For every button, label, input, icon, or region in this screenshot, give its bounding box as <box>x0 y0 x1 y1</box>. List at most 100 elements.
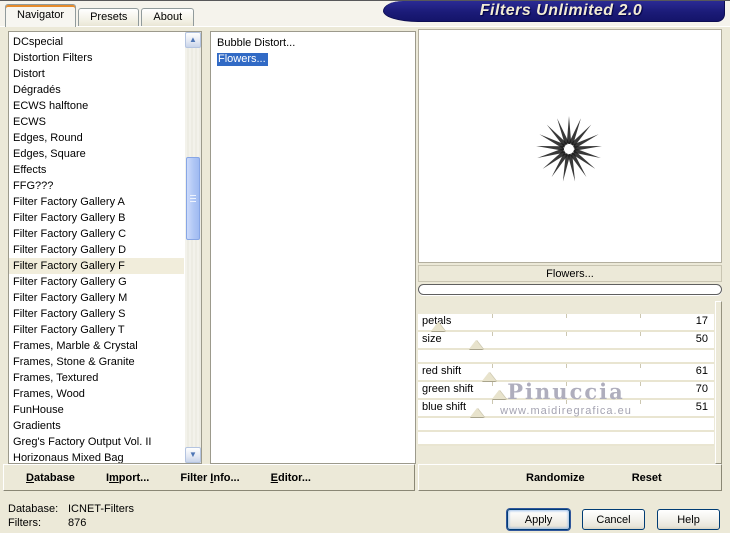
category-scrollbar[interactable]: ▲ ▼ <box>185 32 201 463</box>
slider-spacer-row <box>418 418 714 432</box>
filters-label: Filters: <box>8 517 41 529</box>
category-list-items: DCspecial Distortion Filters Distort Dégrad… <box>9 34 184 463</box>
category-item[interactable]: FFG??? <box>9 178 184 194</box>
status-area: Database: ICNET-Filters Filters: 876 <box>8 502 134 530</box>
category-item[interactable]: Filter Factory Gallery S <box>9 306 184 322</box>
slider-tick <box>492 382 493 386</box>
help-button[interactable]: Help <box>657 509 720 530</box>
filter-item[interactable]: Bubble Distort... <box>211 35 415 51</box>
database-label: Database: <box>8 503 59 515</box>
app-title: Filters Unlimited 2.0 <box>479 2 643 19</box>
filter-name-header: Flowers... <box>418 265 722 282</box>
category-item[interactable]: Filter Factory Gallery M <box>9 290 184 306</box>
category-item[interactable]: Filter Factory Gallery C <box>9 226 184 242</box>
slider-spacer-row <box>418 350 714 364</box>
slider-thumb[interactable] <box>492 390 507 399</box>
category-item[interactable]: Distort <box>9 66 184 82</box>
slider-tick <box>492 400 493 404</box>
slider-row[interactable]: blue shift 51 <box>418 400 714 418</box>
scroll-up-icon[interactable]: ▲ <box>185 32 201 48</box>
filter-panel: Flowers... petals 17 size 50 red shift 61 gree… <box>418 29 722 466</box>
slider-value: 51 <box>695 401 708 413</box>
slider-tick <box>566 382 567 386</box>
slider-row[interactable]: red shift 61 <box>418 364 714 382</box>
filter-item-label: Flowers... <box>217 53 268 66</box>
slider-value: 50 <box>695 333 708 345</box>
category-item[interactable]: Frames, Marble & Crystal <box>9 338 184 354</box>
category-item[interactable]: Frames, Stone & Granite <box>9 354 184 370</box>
category-item[interactable]: Effects <box>9 162 184 178</box>
category-item[interactable]: Distortion Filters <box>9 50 184 66</box>
slider-row[interactable]: petals 17 <box>418 314 714 332</box>
apply-button[interactable]: Apply <box>507 509 570 530</box>
slider-tick <box>492 314 493 318</box>
slider-label: size <box>422 333 442 345</box>
slider-value: 70 <box>695 383 708 395</box>
category-listbox[interactable]: DCspecial Distortion Filters Distort Dégrad… <box>8 31 202 464</box>
toolbar-left: Database Import... Filter Info... Editor... <box>3 464 415 491</box>
cancel-button[interactable]: Cancel <box>582 509 645 530</box>
toolbar-reset[interactable]: Reset <box>632 472 662 484</box>
slider-tick <box>492 332 493 336</box>
slider-thumb[interactable] <box>430 322 445 331</box>
filter-item-label: Bubble Distort... <box>217 37 296 49</box>
category-item[interactable]: Frames, Wood <box>9 386 184 402</box>
filter-item[interactable]: Flowers... <box>211 51 415 67</box>
toolbar-filter-info[interactable]: Filter Info... <box>180 472 239 484</box>
toolbar-randomize[interactable]: Randomize <box>526 472 585 484</box>
slider-label: blue shift <box>422 401 467 413</box>
category-item[interactable]: Filter Factory Gallery D <box>9 242 184 258</box>
tab-navigator[interactable]: Navigator <box>5 4 77 27</box>
slider-row[interactable]: green shift 70 <box>418 382 714 400</box>
slider-thumb[interactable] <box>470 408 485 417</box>
category-item[interactable]: Filter Factory Gallery A <box>9 194 184 210</box>
category-item[interactable]: Frames, Textured <box>9 370 184 386</box>
filters-unlimited-window: { "window": { "title": "Filters Unlimite… <box>0 0 730 533</box>
slider-value: 17 <box>695 315 708 327</box>
dialog-buttons: Apply Cancel Help <box>507 509 730 530</box>
category-item[interactable]: Horizonaus Mixed Bag <box>9 450 184 463</box>
navigator-tab-page: DCspecial Distortion Filters Distort Dégrad… <box>0 26 730 533</box>
slider-spacer-row <box>418 432 714 446</box>
preview-pane[interactable] <box>418 29 722 263</box>
category-item[interactable]: Filter Factory Gallery T <box>9 322 184 338</box>
slider-tick <box>566 332 567 336</box>
app-logo: Filters Unlimited 2.0 <box>383 1 725 22</box>
status-filters-row: Filters: 876 <box>8 516 134 530</box>
category-item[interactable]: DCspecial <box>9 34 184 50</box>
category-item[interactable]: Dégradés <box>9 82 184 98</box>
toolbar-import[interactable]: Import... <box>106 472 149 484</box>
category-item[interactable]: Edges, Square <box>9 146 184 162</box>
tab-about[interactable]: About <box>141 8 195 27</box>
slider-tick <box>566 314 567 318</box>
tab-presets[interactable]: Presets <box>78 8 140 27</box>
category-item[interactable]: Filter Factory Gallery B <box>9 210 184 226</box>
slider-tick <box>640 314 641 318</box>
toolbar-editor[interactable]: Editor... <box>271 472 311 484</box>
slider-label: green shift <box>422 383 474 395</box>
slider-tick <box>566 364 567 368</box>
category-item[interactable]: FunHouse <box>9 402 184 418</box>
slider-thumb[interactable] <box>469 340 484 349</box>
category-item[interactable]: Filter Factory Gallery G <box>9 274 184 290</box>
category-item[interactable]: Filter Factory Gallery F <box>9 258 184 274</box>
scrollbar-thumb[interactable] <box>186 157 200 240</box>
filter-listbox[interactable]: Bubble Distort... Flowers... <box>210 31 416 464</box>
category-item[interactable]: Gradients <box>9 418 184 434</box>
category-item[interactable]: Greg's Factory Output Vol. II <box>9 434 184 450</box>
scroll-down-icon[interactable]: ▼ <box>185 447 201 463</box>
slider-tick <box>640 364 641 368</box>
category-item[interactable]: ECWS <box>9 114 184 130</box>
title-strip: Filters Unlimited 2.0 Navigator Presets Ab… <box>0 0 730 27</box>
category-item[interactable]: Edges, Round <box>9 130 184 146</box>
slider-tick <box>492 364 493 368</box>
toolbar-database[interactable]: Database <box>26 472 75 484</box>
slider-label: red shift <box>422 365 462 377</box>
slider-thumb[interactable] <box>481 372 496 381</box>
slider-row[interactable]: size 50 <box>418 332 714 350</box>
toolbar-right: Randomize Reset <box>418 464 722 491</box>
slider-side-strip <box>715 301 722 464</box>
category-item[interactable]: ECWS halftone <box>9 98 184 114</box>
database-value: ICNET-Filters <box>68 503 134 515</box>
filters-value: 876 <box>68 517 87 529</box>
